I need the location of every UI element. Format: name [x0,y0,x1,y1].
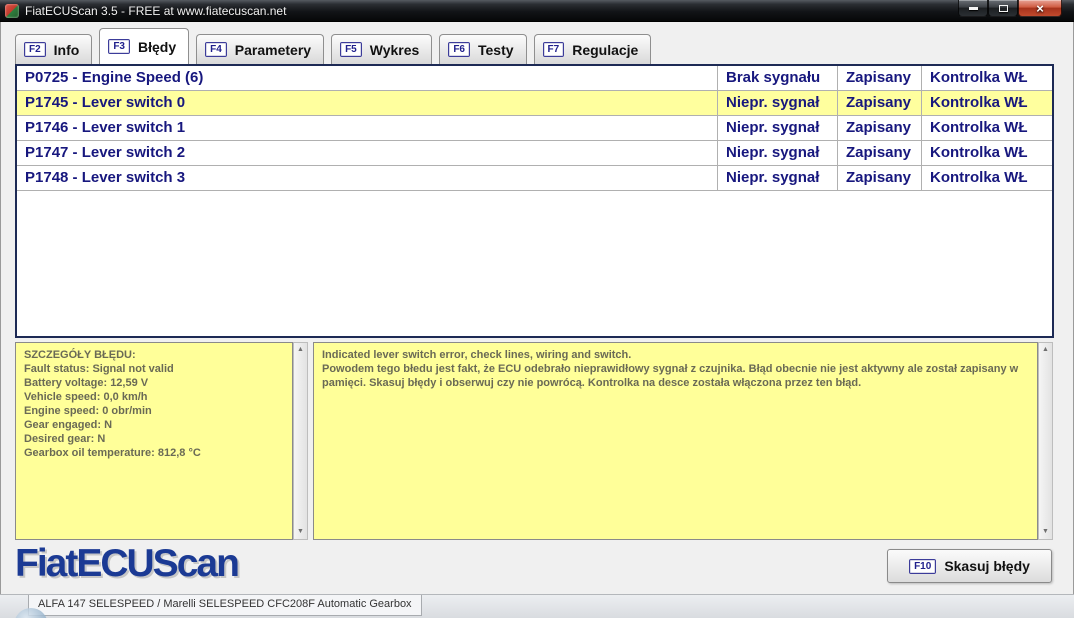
description-line-pl: Powodem tego błedu jest fakt, że ECU ode… [322,363,1019,389]
maximize-icon [998,4,1008,12]
fkey-badge-f5: F5 [340,42,362,57]
detail-line: Desired gear: N [24,433,106,445]
error-status: Niepr. sygnał [718,116,838,140]
tab-testy[interactable]: F6 Testy [439,34,527,64]
table-row-p1748[interactable]: P1748 - Lever switch 3 Niepr. sygnał Zap… [17,166,1052,191]
error-code: P1745 - Lever switch 0 [17,91,718,115]
detail-line: SZCZEGÓŁY BŁĘDU: [24,349,136,361]
error-code: P0725 - Engine Speed (6) [17,66,718,90]
table-row-p1746[interactable]: P1746 - Lever switch 1 Niepr. sygnał Zap… [17,116,1052,141]
minimize-icon [968,6,978,10]
error-stored: Zapisany [838,66,922,90]
table-row-p1745[interactable]: P1745 - Lever switch 0 Niepr. sygnał Zap… [17,91,1052,116]
details-scrollbar[interactable]: ▲ ▼ [293,342,308,540]
scroll-up-icon[interactable]: ▲ [1039,343,1052,357]
error-lamp: Kontrolka WŁ [930,119,1028,136]
fkey-badge-f4: F4 [205,42,227,57]
description-scrollbar[interactable]: ▲ ▼ [1038,342,1053,540]
scroll-up-icon[interactable]: ▲ [294,343,307,357]
status-bar: ALFA 147 SELESPEED / Marelli SELESPEED C… [0,594,1074,618]
detail-line: Gear engaged: N [24,419,113,431]
error-status: Brak sygnału [718,66,838,90]
fkey-badge-f3: F3 [108,39,130,54]
tab-info[interactable]: F2 Info [15,34,93,64]
fault-description-panel: Indicated lever switch error, check line… [313,342,1038,540]
tab-label: Regulacje [572,41,639,58]
error-code: P1747 - Lever switch 2 [17,141,718,165]
app-content: F2 Info F3 Błędy F4 Parametery F5 Wykres… [0,22,1074,594]
app-icon [5,3,19,18]
scroll-down-icon[interactable]: ▼ [294,525,307,539]
window-title: FiatECUScan 3.5 - FREE at www.fiatecusca… [25,3,287,18]
fault-details-panel: SZCZEGÓŁY BŁĘDU: Fault status: Signal no… [15,342,293,540]
close-icon: × [1036,0,1044,16]
description-line-en: Indicated lever switch error, check line… [322,349,632,361]
error-lamp: Kontrolka WŁ [930,94,1028,111]
tab-parametery[interactable]: F4 Parametery [196,34,325,64]
tab-regulacje[interactable]: F7 Regulacje [533,34,652,64]
clear-errors-label: Skasuj błędy [944,558,1030,574]
table-row-p0725[interactable]: P0725 - Engine Speed (6) Brak sygnału Za… [17,66,1052,91]
detail-line: Vehicle speed: 0,0 km/h [24,391,148,403]
error-stored: Zapisany [838,91,922,115]
error-code: P1748 - Lever switch 3 [17,166,718,190]
error-status: Niepr. sygnał [718,91,838,115]
vehicle-status: ALFA 147 SELESPEED / Marelli SELESPEED C… [28,595,422,616]
error-stored: Zapisany [838,116,922,140]
error-status: Niepr. sygnał [718,166,838,190]
tab-wykres[interactable]: F5 Wykres [331,34,433,64]
fkey-badge-f7: F7 [542,42,565,57]
tab-label: Testy [477,41,514,58]
error-lamp: Kontrolka WŁ [930,69,1028,86]
tab-label: Info [53,41,80,58]
maximize-button[interactable] [988,0,1018,17]
error-status: Niepr. sygnał [718,141,838,165]
fkey-badge-f6: F6 [448,42,470,57]
tab-bledy[interactable]: F3 Błędy [99,28,190,64]
tab-label: Wykres [369,41,420,58]
fkey-badge-f2: F2 [24,42,46,57]
detail-line: Fault status: Signal not valid [24,363,174,375]
screen: FiatECUScan 3.5 - FREE at www.fiatecusca… [0,0,1074,618]
title-bar: FiatECUScan 3.5 - FREE at www.fiatecusca… [0,0,1074,22]
fkey-badge-f10: F10 [909,558,937,574]
close-button[interactable]: × [1018,0,1062,17]
detail-line: Engine speed: 0 obr/min [24,405,152,417]
detail-line: Gearbox oil temperature: 812,8 °C [24,447,201,459]
fiatecuscan-logo: FiatECUScan [15,542,240,585]
scroll-down-icon[interactable]: ▼ [1039,525,1052,539]
error-lamp: Kontrolka WŁ [930,144,1028,161]
error-code: P1746 - Lever switch 1 [17,116,718,140]
tab-label: Błędy [138,38,177,55]
clear-errors-button[interactable]: F10 Skasuj błędy [887,549,1052,583]
error-stored: Zapisany [838,166,922,190]
tab-bar: F2 Info F3 Błędy F4 Parametery F5 Wykres… [15,28,652,64]
window-controls: × [958,0,1062,17]
table-row-p1747[interactable]: P1747 - Lever switch 2 Niepr. sygnał Zap… [17,141,1052,166]
error-table: P0725 - Engine Speed (6) Brak sygnału Za… [15,64,1054,338]
error-lamp: Kontrolka WŁ [930,169,1028,186]
error-stored: Zapisany [838,141,922,165]
detail-line: Battery voltage: 12,59 V [24,377,149,389]
minimize-button[interactable] [958,0,988,17]
tab-label: Parametery [234,41,312,58]
